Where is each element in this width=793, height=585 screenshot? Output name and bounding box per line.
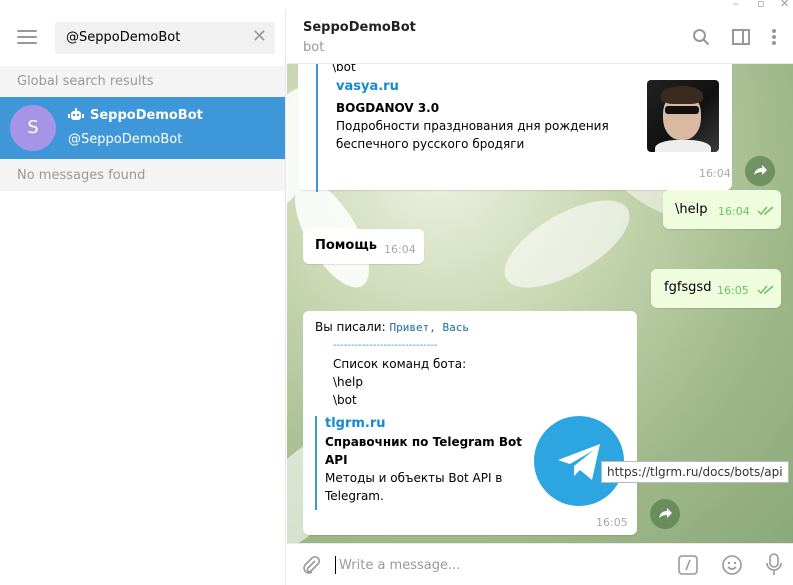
search-input[interactable]: @SeppoDemoBot <box>66 30 180 45</box>
preview-description: Подробности празднования дня рождения бе… <box>336 119 609 151</box>
link-tooltip: https://tlgrm.ru/docs/bots/api <box>601 461 789 483</box>
preview-site[interactable]: vasya.ru <box>336 79 399 94</box>
global-results-header: Global search results <box>0 66 285 97</box>
menu-icon[interactable] <box>17 30 37 44</box>
avatar: S <box>10 105 56 151</box>
chat-status: bot <box>303 40 325 55</box>
message-time: 16:05 <box>717 284 749 297</box>
clear-icon[interactable]: ✕ <box>252 27 267 47</box>
result-username: @SeppoDemoBot <box>68 132 183 147</box>
search-result-item[interactable]: S SeppoDemoBot @SeppoDemoBot <box>0 97 285 159</box>
message-intro: Вы писали: Привет, Вась <box>315 320 469 334</box>
message-text: Помощь <box>315 238 377 253</box>
message-time: 16:04 <box>718 205 750 218</box>
double-check-icon <box>757 285 774 295</box>
chat-title: SeppoDemoBot <box>303 20 416 35</box>
message-bubble[interactable]: Вы писали: Привет, Вась ----------------… <box>303 311 637 535</box>
chat-panel: SeppoDemoBot bot \bot vasya.ru BOGDANOV … <box>287 10 793 585</box>
message-fragment: \bot <box>332 64 356 74</box>
double-check-icon <box>757 206 774 216</box>
maximize-icon[interactable]: ▫ <box>757 0 764 10</box>
text-caret <box>335 556 336 574</box>
command-icon[interactable] <box>678 555 698 575</box>
message-line: \bot <box>333 393 357 407</box>
message-input[interactable]: Write a message... <box>339 558 460 573</box>
message-text: fgfsgsd <box>664 280 712 295</box>
result-name: SeppoDemoBot <box>90 108 203 123</box>
message-line: Список команд бота: <box>333 357 467 371</box>
message-time: 16:05 <box>596 516 628 529</box>
message-time: 16:04 <box>699 167 731 180</box>
message-bubble[interactable]: Помощь 16:04 <box>303 229 424 264</box>
window-titlebar: – ▫ ✕ <box>0 0 793 10</box>
message-separator: ----------------------------- <box>333 340 438 351</box>
close-window-icon[interactable]: ✕ <box>780 0 789 10</box>
message-bubble-outgoing[interactable]: \help 16:04 <box>663 190 781 229</box>
message-time: 16:04 <box>384 243 416 256</box>
preview-title: BOGDANOV 3.0 <box>336 101 440 115</box>
microphone-icon[interactable] <box>766 553 782 577</box>
message-intro-text: Вы писали: <box>315 320 386 334</box>
preview-title: Справочник по Telegram Bot API <box>325 435 522 467</box>
message-text: \help <box>675 202 708 217</box>
left-panel: @SeppoDemoBot ✕ Global search results S … <box>0 10 286 585</box>
forward-icon[interactable] <box>745 156 775 186</box>
minimize-icon[interactable]: – <box>733 0 739 10</box>
left-header: @SeppoDemoBot ✕ <box>0 10 285 66</box>
search-field[interactable]: @SeppoDemoBot ✕ <box>55 22 275 54</box>
forward-icon[interactable] <box>650 499 680 529</box>
search-icon[interactable] <box>692 28 710 46</box>
message-bubble-outgoing[interactable]: fgfsgsd 16:05 <box>651 269 781 308</box>
bot-icon <box>68 108 84 120</box>
no-messages-label: No messages found <box>0 159 285 191</box>
preview-thumbnail[interactable] <box>647 80 719 152</box>
emoji-icon[interactable] <box>721 554 743 576</box>
attach-icon[interactable] <box>301 555 321 575</box>
message-bubble[interactable]: \bot vasya.ru BOGDANOV 3.0 Подробности п… <box>298 64 732 192</box>
background-petal <box>491 183 643 305</box>
chat-history[interactable]: \bot vasya.ru BOGDANOV 3.0 Подробности п… <box>287 64 793 543</box>
sidebar-toggle-icon[interactable] <box>732 28 750 46</box>
message-composer: Write a message... <box>287 543 793 585</box>
chat-header[interactable]: SeppoDemoBot bot <box>287 10 793 64</box>
preview-description: Методы и объекты Bot API в Telegram. <box>325 471 503 503</box>
message-line: \help <box>333 375 363 389</box>
more-icon[interactable] <box>771 28 777 46</box>
message-code: Привет, Вась <box>389 321 469 334</box>
